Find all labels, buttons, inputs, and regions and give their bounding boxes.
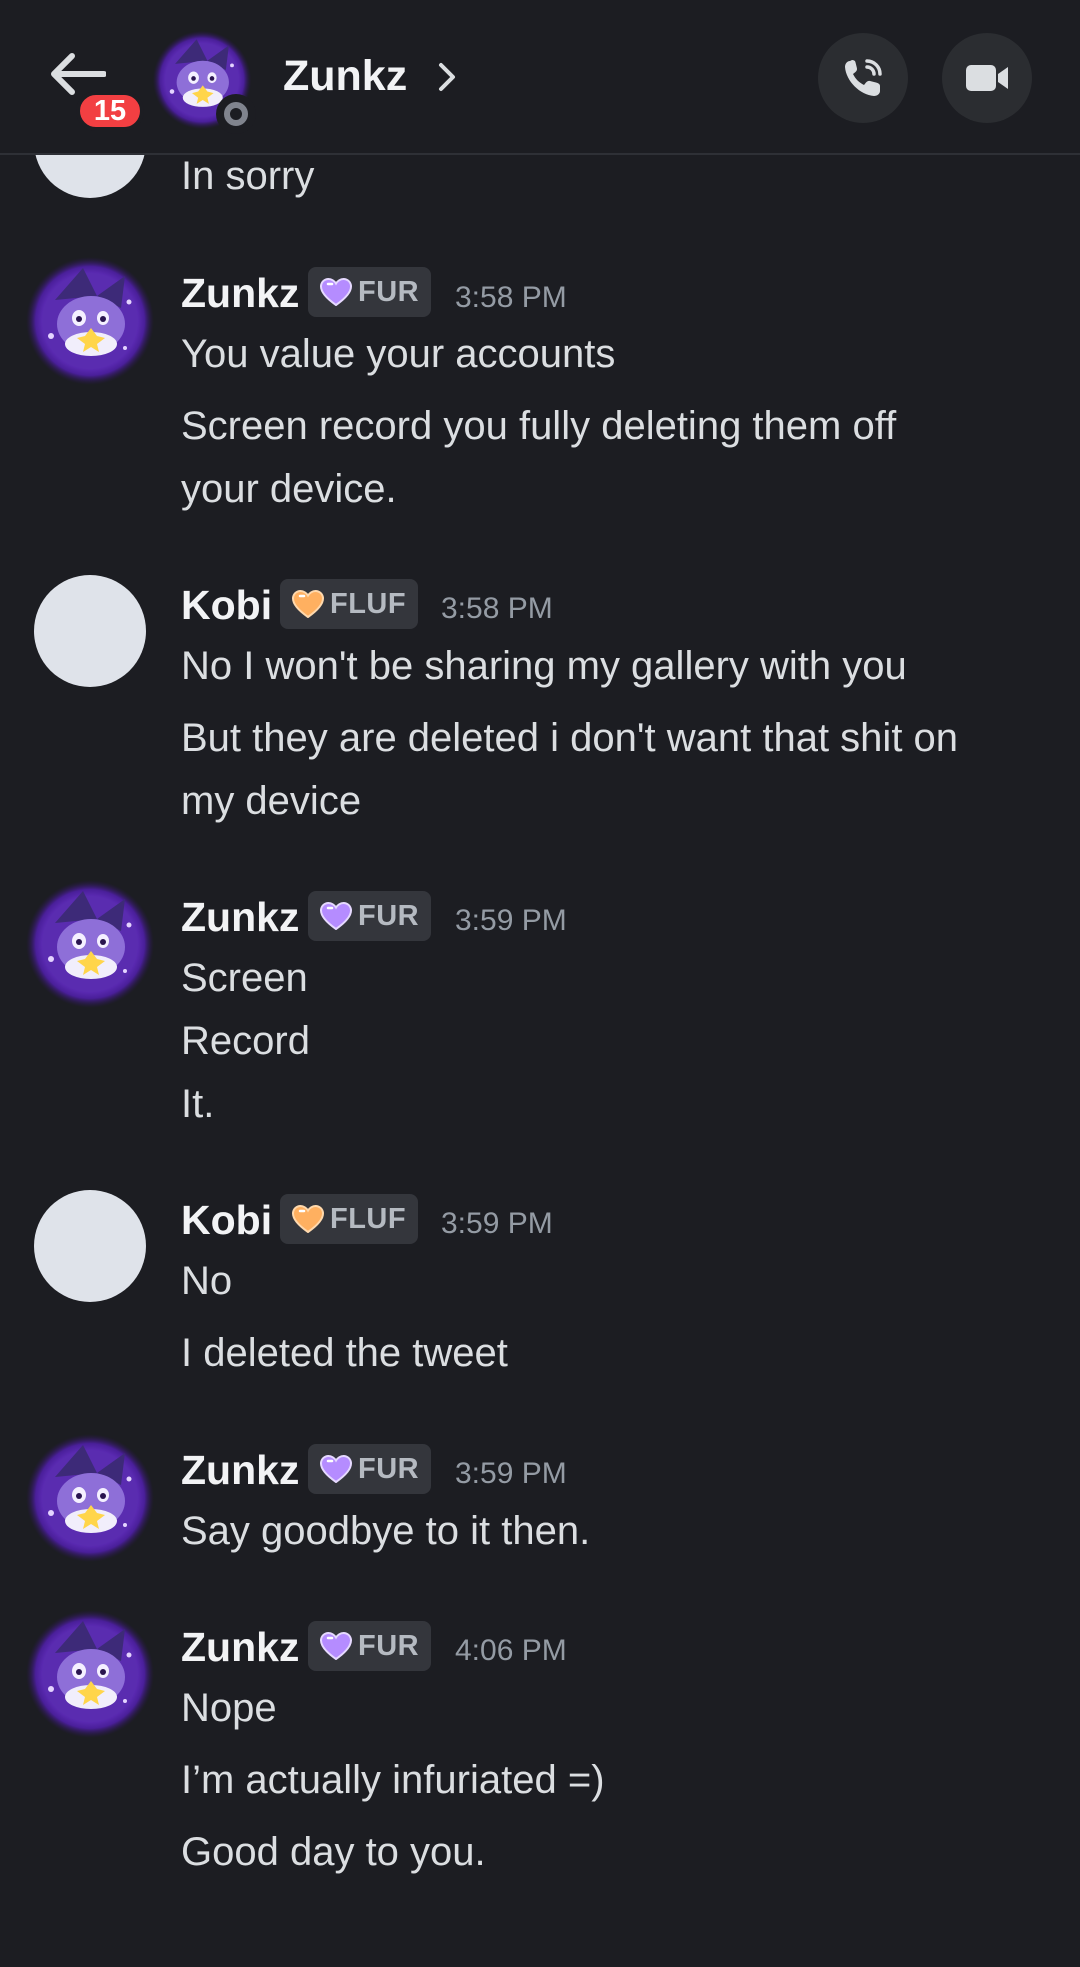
heart-icon xyxy=(320,1632,352,1660)
message-text: Say goodbye to it then. xyxy=(181,1509,591,1553)
author-name[interactable]: Zunkz xyxy=(181,892,299,942)
avatar[interactable] xyxy=(25,1609,155,1739)
author-name[interactable]: Zunkz xyxy=(181,1622,299,1672)
avatar[interactable] xyxy=(25,256,155,386)
heart-icon xyxy=(320,1455,352,1483)
timestamp: 3:59 PM xyxy=(455,1457,567,1490)
avatar[interactable] xyxy=(34,1190,146,1302)
phone-icon xyxy=(845,59,882,96)
avatar[interactable] xyxy=(34,575,146,687)
author-name[interactable]: Zunkz xyxy=(181,268,299,318)
status-offline-icon xyxy=(216,94,256,134)
timestamp: 3:58 PM xyxy=(455,281,567,314)
message-text: You value your accounts xyxy=(181,332,616,376)
chevron-right-icon[interactable] xyxy=(437,61,457,93)
message-text: I’m actually infuriated =) xyxy=(181,1758,605,1802)
author-name[interactable]: Kobi xyxy=(181,1195,272,1245)
message-text: Record xyxy=(181,1019,310,1063)
heart-icon xyxy=(320,278,352,306)
timestamp: 3:59 PM xyxy=(455,904,567,937)
chat-header: 15 Zunkz xyxy=(0,0,1080,155)
message-text: But they are deleted i don't want that s… xyxy=(181,716,959,760)
message-text: No I won't be sharing my gallery with yo… xyxy=(181,644,907,688)
heart-icon xyxy=(292,1205,324,1233)
author-name[interactable]: Zunkz xyxy=(181,1445,299,1495)
author-name[interactable]: Kobi xyxy=(181,580,272,630)
server-tag[interactable]: FUR xyxy=(308,267,432,317)
video-call-button[interactable] xyxy=(942,33,1032,123)
server-tag[interactable]: FLUF xyxy=(280,579,419,629)
channel-title[interactable]: Zunkz xyxy=(283,48,407,104)
arrow-left-icon xyxy=(51,53,106,95)
tag-label: FLUF xyxy=(330,587,407,620)
header-avatar[interactable] xyxy=(152,30,256,134)
message-text: your device. xyxy=(181,467,397,511)
message-text: Nope xyxy=(181,1686,277,1730)
message-text: Good day to you. xyxy=(181,1830,486,1874)
timestamp: 3:58 PM xyxy=(441,592,553,625)
avatar[interactable] xyxy=(25,1433,155,1563)
tag-label: FUR xyxy=(358,899,420,932)
server-tag[interactable]: FUR xyxy=(308,891,432,941)
tag-label: FUR xyxy=(358,1452,420,1485)
message-text: It. xyxy=(181,1082,215,1126)
server-tag[interactable]: FLUF xyxy=(280,1194,419,1244)
timestamp: 4:06 PM xyxy=(455,1634,567,1667)
tag-label: FUR xyxy=(358,1629,420,1662)
video-camera-icon xyxy=(966,65,1008,91)
message-text: Screen xyxy=(181,956,308,1000)
tag-label: FUR xyxy=(358,275,420,308)
avatar[interactable] xyxy=(25,879,155,1009)
message-text: Screen record you fully deleting them of… xyxy=(181,404,897,448)
unread-count-badge: 15 xyxy=(76,91,144,131)
message-text: In sorry xyxy=(181,154,315,198)
server-tag[interactable]: FUR xyxy=(308,1444,432,1494)
tag-label: FLUF xyxy=(330,1202,407,1235)
server-tag[interactable]: FUR xyxy=(308,1621,432,1671)
heart-icon xyxy=(320,902,352,930)
message-text: I deleted the tweet xyxy=(181,1331,508,1375)
voice-call-button[interactable] xyxy=(818,33,908,123)
message-text: No xyxy=(181,1259,233,1303)
timestamp: 3:59 PM xyxy=(441,1207,553,1240)
message-text: my device xyxy=(181,779,362,823)
heart-icon xyxy=(292,590,324,618)
